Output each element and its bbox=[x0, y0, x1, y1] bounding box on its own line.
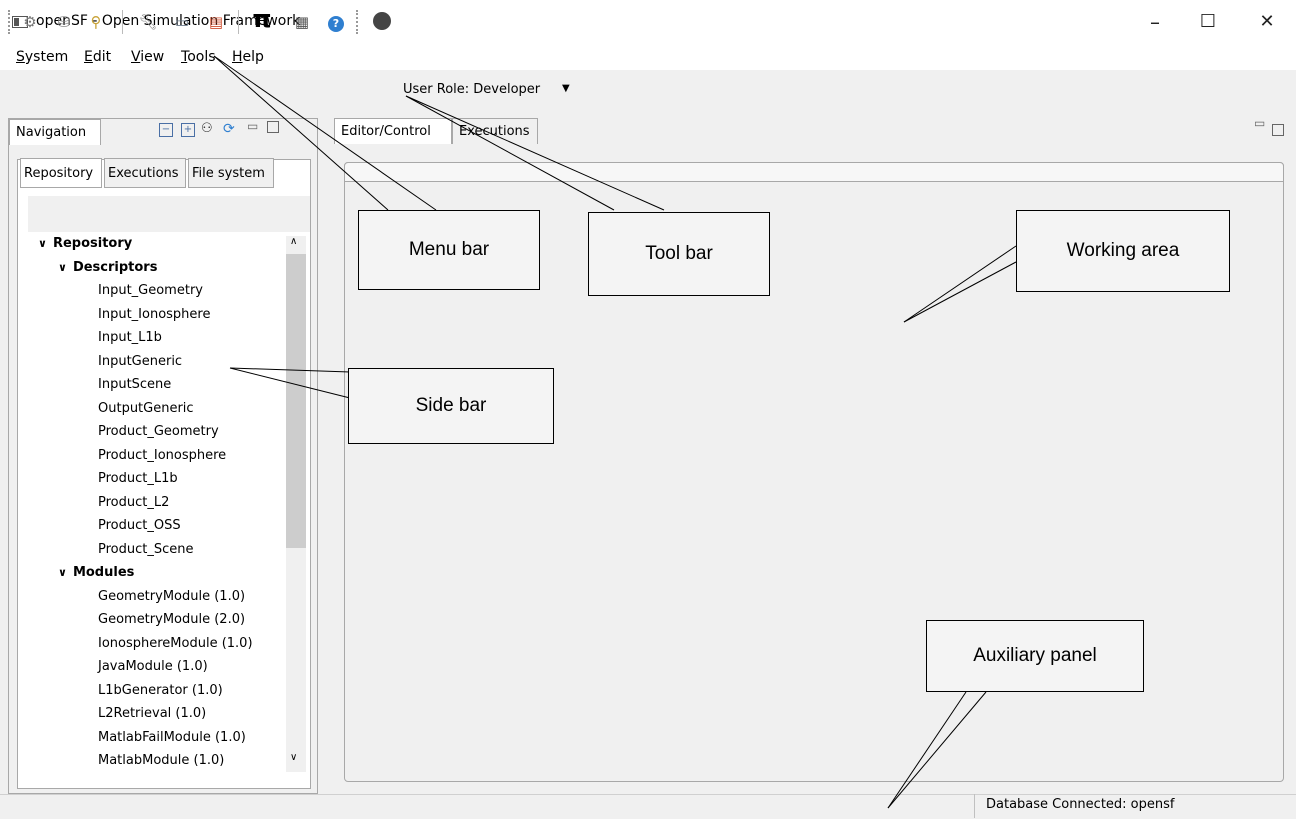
callout-line bbox=[229, 367, 351, 399]
annotation-menu-bar: Menu bar bbox=[358, 210, 540, 290]
annotation-tool-bar: Tool bar bbox=[588, 212, 770, 296]
callout-line bbox=[887, 691, 987, 809]
callout-line bbox=[903, 261, 1017, 323]
annotation-auxiliary-panel: Auxiliary panel bbox=[926, 620, 1144, 692]
callout-lines bbox=[213, 55, 1017, 809]
callout-line bbox=[405, 95, 615, 211]
callout-line bbox=[213, 55, 389, 211]
annotation-working-area: Working area bbox=[1016, 210, 1230, 292]
callout-line bbox=[229, 367, 351, 373]
annotation-side-bar: Side bar bbox=[348, 368, 554, 444]
callout-line bbox=[903, 245, 1017, 323]
callout-line bbox=[887, 691, 967, 809]
callout-line bbox=[405, 95, 665, 211]
callout-line bbox=[213, 55, 437, 211]
